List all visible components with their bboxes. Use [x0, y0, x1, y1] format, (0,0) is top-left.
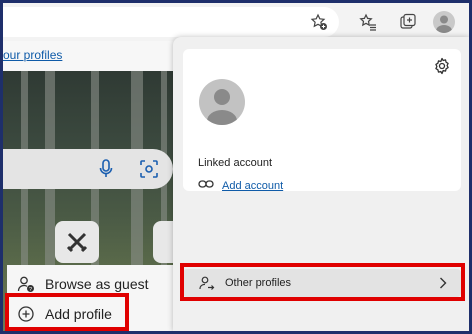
favorites-icon[interactable] — [355, 9, 381, 35]
highlight-add-profile — [5, 293, 129, 331]
crossed-swords-icon — [66, 232, 88, 253]
quick-link-tile[interactable] — [55, 221, 99, 263]
highlight-other-profiles — [180, 263, 465, 301]
profile-avatar-icon[interactable] — [433, 11, 455, 33]
search-box[interactable] — [3, 149, 173, 189]
browse-as-guest-label: Browse as guest — [45, 276, 149, 292]
address-bar[interactable] — [3, 7, 339, 37]
svg-text:?: ? — [29, 287, 32, 293]
microphone-icon[interactable] — [99, 159, 113, 184]
linked-account-label: Linked account — [198, 157, 272, 169]
visual-search-icon[interactable] — [139, 159, 159, 184]
browser-toolbar — [3, 3, 469, 41]
guest-icon: ? — [17, 275, 35, 293]
link-icon — [198, 179, 214, 192]
page-header-strip: our profiles — [3, 41, 183, 71]
profile-avatar — [199, 79, 245, 125]
browser-window: our profiles ? Browse as guest Add profi… — [0, 0, 472, 334]
profile-card: Linked account Add account — [183, 49, 461, 192]
manage-profiles-link[interactable]: our profiles — [3, 48, 62, 62]
add-account-link[interactable]: Add account — [198, 179, 283, 192]
gear-icon[interactable] — [433, 57, 451, 80]
add-account-label: Add account — [222, 179, 284, 192]
favorite-add-icon[interactable] — [306, 9, 332, 35]
collections-icon[interactable] — [395, 9, 421, 35]
